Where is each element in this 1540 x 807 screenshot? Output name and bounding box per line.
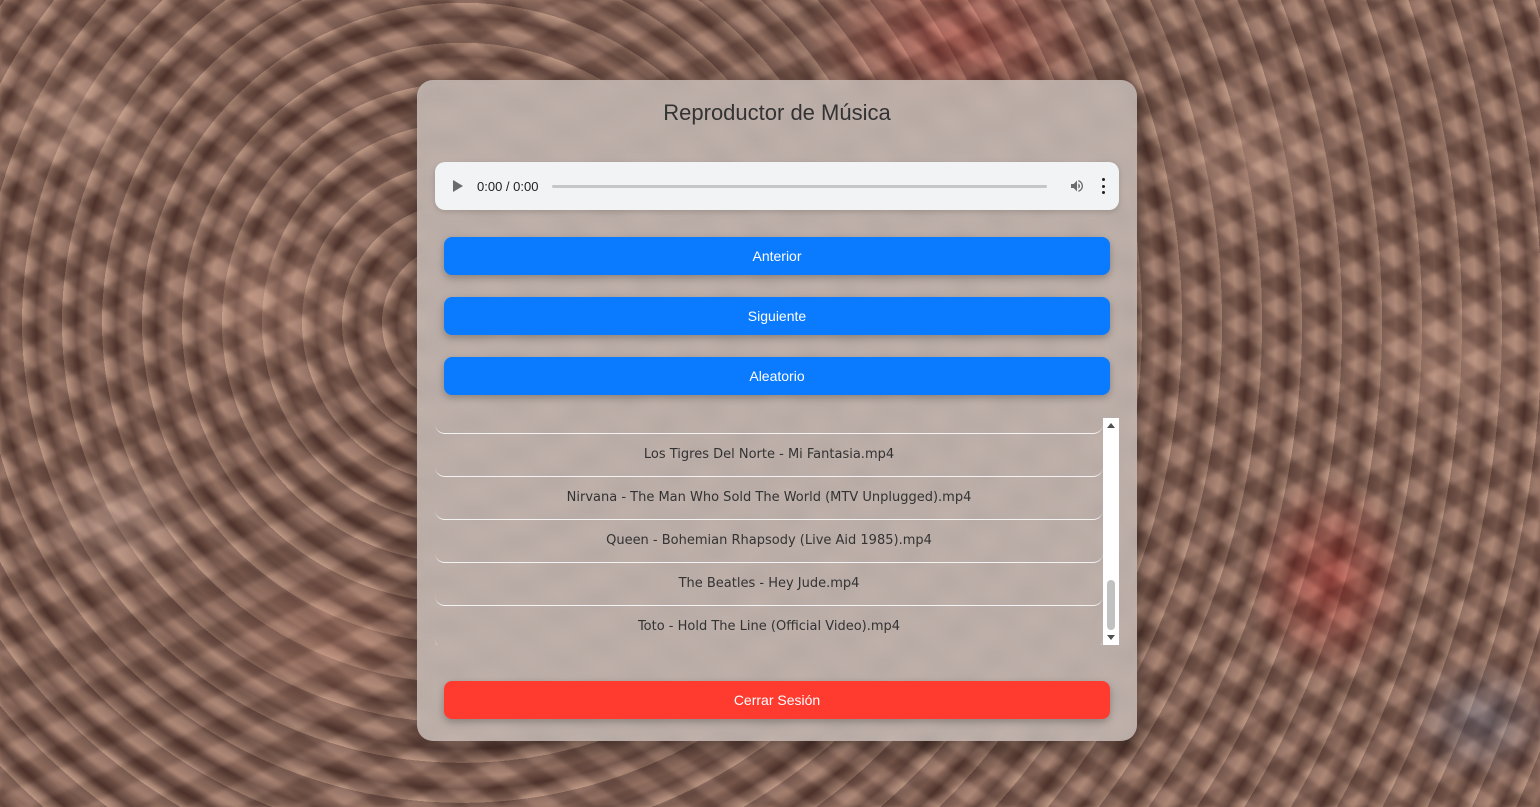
scroll-up-arrow-icon[interactable]	[1107, 423, 1115, 428]
page-title: Reproductor de Música	[663, 100, 891, 125]
next-button[interactable]: Siguiente	[444, 297, 1110, 335]
playlist-item[interactable]: Toto - Hold The Line (Official Video).mp…	[435, 606, 1103, 645]
playlist-item[interactable]	[435, 418, 1103, 434]
scroll-thumb[interactable]	[1107, 580, 1115, 630]
play-icon[interactable]	[453, 180, 463, 192]
playlist-items: Los Tigres Del Norte - Mi Fantasia.mp4 N…	[435, 418, 1103, 645]
playlist-item[interactable]: Nirvana - The Man Who Sold The World (MT…	[435, 477, 1103, 520]
previous-button[interactable]: Anterior	[444, 237, 1110, 275]
more-vertical-icon[interactable]	[1101, 178, 1105, 194]
audio-progress-bar[interactable]	[552, 184, 1047, 188]
playlist[interactable]: Los Tigres Del Norte - Mi Fantasia.mp4 N…	[435, 418, 1119, 645]
playlist-scrollbar[interactable]	[1103, 418, 1119, 645]
playlist-item[interactable]: Queen - Bohemian Rhapsody (Live Aid 1985…	[435, 520, 1103, 563]
logout-button[interactable]: Cerrar Sesión	[444, 681, 1110, 719]
shuffle-button[interactable]: Aleatorio	[444, 357, 1110, 395]
playlist-item[interactable]: The Beatles - Hey Jude.mp4	[435, 563, 1103, 606]
music-player-panel: Reproductor de Música 0:00 / 0:00 Anteri…	[417, 80, 1137, 741]
time-display: 0:00 / 0:00	[477, 178, 539, 194]
scroll-down-arrow-icon[interactable]	[1107, 635, 1115, 640]
volume-icon[interactable]	[1069, 178, 1085, 194]
playlist-item[interactable]: Los Tigres Del Norte - Mi Fantasia.mp4	[435, 434, 1103, 477]
audio-player[interactable]: 0:00 / 0:00	[435, 162, 1119, 210]
